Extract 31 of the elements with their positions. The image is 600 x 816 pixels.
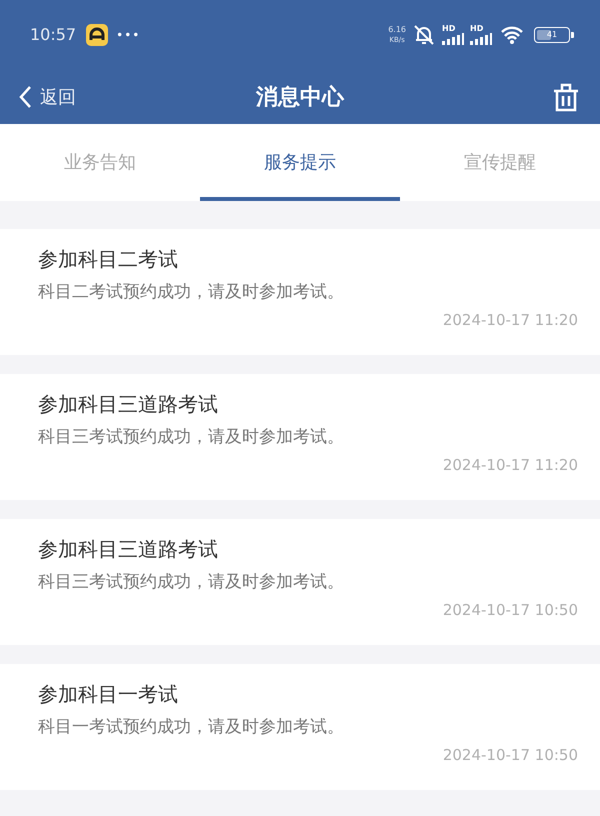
signal-icon xyxy=(442,33,464,45)
message-card[interactable]: 参加科目三道路考试 科目三考试预约成功，请及时参加考试。 2024-10-17 11:20 xyxy=(0,374,600,500)
back-button[interactable]: 返回 xyxy=(18,84,76,110)
message-time: 2024-10-17 10:50 xyxy=(442,745,578,766)
message-card[interactable]: 参加科目二考试 科目二考试预约成功，请及时参加考试。 2024-10-17 11:20 xyxy=(0,229,600,355)
page-title: 消息中心 xyxy=(254,84,346,112)
app-icon xyxy=(86,24,108,46)
status-time: 10:57 xyxy=(30,24,76,46)
message-title: 参加科目三道路考试 xyxy=(38,536,219,563)
message-body: 科目三考试预约成功，请及时参加考试。 xyxy=(38,426,345,449)
hd-label: HD xyxy=(442,25,456,33)
message-title: 参加科目一考试 xyxy=(38,681,179,708)
net-speed: 6.16 xyxy=(388,25,406,35)
message-body: 科目三考试预约成功，请及时参加考试。 xyxy=(38,571,345,594)
hd-label: HD xyxy=(470,25,484,33)
message-title: 参加科目三道路考试 xyxy=(38,391,219,418)
signal-icon xyxy=(470,33,492,45)
message-time: 2024-10-17 10:50 xyxy=(442,600,578,621)
tab[interactable]: 服务提示 xyxy=(200,124,400,201)
back-chevron-icon xyxy=(18,85,32,109)
message-card[interactable]: 参加科目三道路考试 科目三考试预约成功，请及时参加考试。 2024-10-17 10:50 xyxy=(0,519,600,645)
wifi-icon xyxy=(500,26,524,44)
mute-bell-icon xyxy=(412,24,436,46)
more-notifications: ••• xyxy=(116,27,140,44)
message-body: 科目一考试预约成功，请及时参加考试。 xyxy=(38,716,345,739)
message-time: 2024-10-17 11:20 xyxy=(442,310,578,331)
trash-icon xyxy=(552,82,580,112)
message-title: 参加科目二考试 xyxy=(38,246,179,273)
message-time: 2024-10-17 11:20 xyxy=(442,455,578,476)
message-body: 科目二考试预约成功，请及时参加考试。 xyxy=(38,281,345,304)
message-card[interactable]: 参加科目一考试 科目一考试预约成功，请及时参加考试。 2024-10-17 10:50 xyxy=(0,664,600,790)
